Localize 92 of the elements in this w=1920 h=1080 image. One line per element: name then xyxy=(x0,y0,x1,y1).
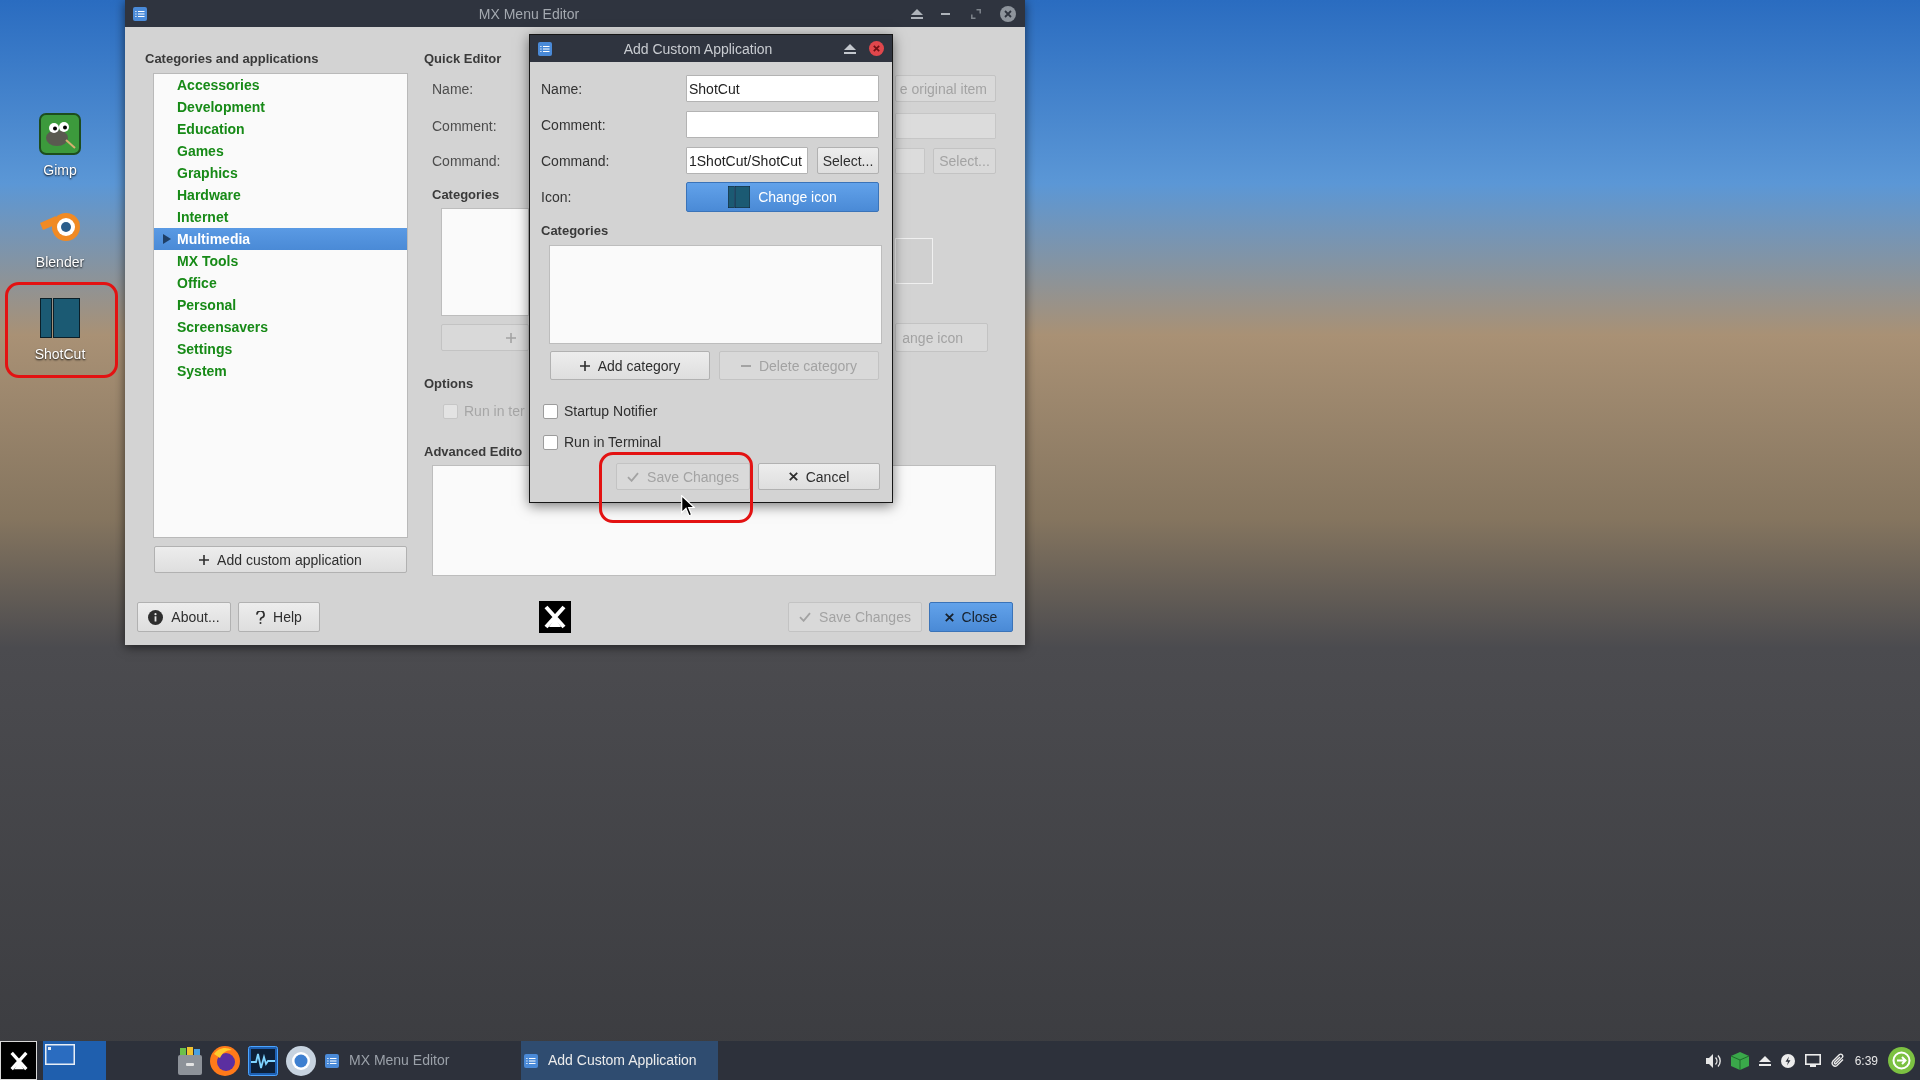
cube-icon[interactable] xyxy=(1730,1051,1749,1070)
list-tile-icon xyxy=(538,41,552,56)
plus-icon xyxy=(579,360,590,371)
section-title: Quick Editor xyxy=(424,50,502,68)
close-icon xyxy=(944,612,954,622)
screen-icon[interactable] xyxy=(1804,1054,1821,1067)
bolt-icon[interactable] xyxy=(1780,1053,1795,1068)
list-tile-icon xyxy=(524,1053,538,1068)
minimize-icon[interactable] xyxy=(941,12,950,15)
cancel-button[interactable]: Cancel xyxy=(758,463,880,490)
creature-tile-icon[interactable] xyxy=(39,113,81,155)
file-cabinet-icon[interactable] xyxy=(178,1046,202,1075)
swirl-circle-icon[interactable] xyxy=(210,1045,240,1076)
section-title: Advanced Edito xyxy=(424,443,523,461)
tree-item[interactable]: Screensavers xyxy=(154,316,407,338)
minus-icon xyxy=(740,364,751,367)
add-button[interactable]: Add custom application xyxy=(154,546,407,573)
check-icon xyxy=(799,612,812,622)
question-icon xyxy=(256,610,266,624)
field-label: Comment: xyxy=(432,117,497,135)
close-icon xyxy=(788,472,798,481)
ring-icon[interactable] xyxy=(286,1045,316,1076)
clock-time: 6:39 xyxy=(1854,1052,1878,1070)
arrow-circle-icon[interactable] xyxy=(1888,1047,1915,1074)
text-field[interactable] xyxy=(686,111,879,138)
tree-item[interactable]: Personal xyxy=(154,294,407,316)
panels-icon xyxy=(728,186,751,208)
eject-icon[interactable] xyxy=(911,8,923,19)
window-title: Add Custom Application xyxy=(623,39,773,58)
ring-swirl-icon[interactable] xyxy=(39,210,81,242)
tree-item[interactable]: Development xyxy=(154,96,407,118)
close-icon[interactable] xyxy=(1000,5,1016,22)
add-button[interactable]: Add category xyxy=(550,351,710,380)
field-label: Command: xyxy=(541,152,610,169)
check-icon xyxy=(627,471,640,482)
waveform-icon[interactable] xyxy=(248,1045,278,1076)
tree-item[interactable]: Multimedia xyxy=(154,228,407,250)
checkbox[interactable] xyxy=(543,434,558,450)
desktop-shortcut[interactable]: Blender xyxy=(35,205,85,271)
workspace-pager[interactable] xyxy=(43,1041,106,1080)
tree-item[interactable]: System xyxy=(154,360,407,382)
tree-item[interactable]: Games xyxy=(154,140,407,162)
field-label: Icon: xyxy=(541,189,572,205)
help-button[interactable]: Help xyxy=(238,602,320,632)
volume-icon[interactable] xyxy=(1705,1053,1721,1068)
about-button[interactable]: About... xyxy=(137,602,231,632)
tree-item[interactable]: Education xyxy=(154,118,407,140)
section-title: Categories and applications xyxy=(145,50,319,68)
tree-item[interactable]: Settings xyxy=(154,338,407,360)
info-icon xyxy=(148,609,164,625)
image-frame xyxy=(895,238,933,284)
close-button[interactable]: Close xyxy=(929,602,1013,632)
tree-item[interactable]: Accessories xyxy=(154,74,407,96)
field-label: Command: xyxy=(432,152,501,170)
tree-item[interactable]: MX Tools xyxy=(154,250,407,272)
field-label: Name: xyxy=(541,80,583,97)
plus-icon xyxy=(199,554,210,565)
select-button[interactable]: Select... xyxy=(817,147,879,174)
x-logo-icon xyxy=(539,601,571,633)
paperclip-icon[interactable] xyxy=(1830,1052,1845,1069)
tree-item[interactable]: Hardware xyxy=(154,184,407,206)
text-field[interactable]: 1ShotCut/ShotCut xyxy=(686,147,808,174)
tree-item[interactable]: Graphics xyxy=(154,162,407,184)
plus-icon xyxy=(506,332,516,343)
field-label: Name: xyxy=(432,79,474,98)
window-outline-icon xyxy=(45,1044,75,1065)
text-field[interactable]: ShotCut xyxy=(686,75,879,102)
desktop-shortcut[interactable]: Gimp xyxy=(39,113,81,179)
section-title: Options xyxy=(424,375,474,393)
eject-icon[interactable] xyxy=(1758,1055,1771,1066)
tree-item[interactable]: Internet xyxy=(154,206,407,228)
checkbox-label: Startup Notifier xyxy=(564,402,658,420)
section-title: Categories xyxy=(432,186,500,204)
list-tile-icon xyxy=(325,1053,339,1068)
checkbox[interactable] xyxy=(543,403,558,419)
start-button[interactable] xyxy=(0,1041,37,1080)
desktop-shortcut[interactable]: ShotCut xyxy=(34,297,86,363)
tree-item[interactable]: Office xyxy=(154,272,407,294)
cursor-icon xyxy=(681,495,695,517)
maximize-icon[interactable] xyxy=(971,8,981,19)
checkbox-label: Run in Terminal xyxy=(564,433,661,451)
window-title: MX Menu Editor xyxy=(478,4,580,23)
eject-icon[interactable] xyxy=(844,43,856,54)
list-tile-icon xyxy=(133,6,147,21)
section-title: Categories xyxy=(541,222,609,240)
close-icon[interactable] xyxy=(869,41,884,56)
taskbar-task[interactable]: MX Menu Editor xyxy=(322,1041,514,1080)
field-label: Comment: xyxy=(541,116,606,133)
panels-icon[interactable] xyxy=(40,298,80,338)
taskbar-task[interactable]: Add Custom Application xyxy=(521,1041,718,1080)
expand-arrow-icon[interactable] xyxy=(163,234,171,244)
change-icon-button[interactable]: Change icon xyxy=(686,182,879,212)
